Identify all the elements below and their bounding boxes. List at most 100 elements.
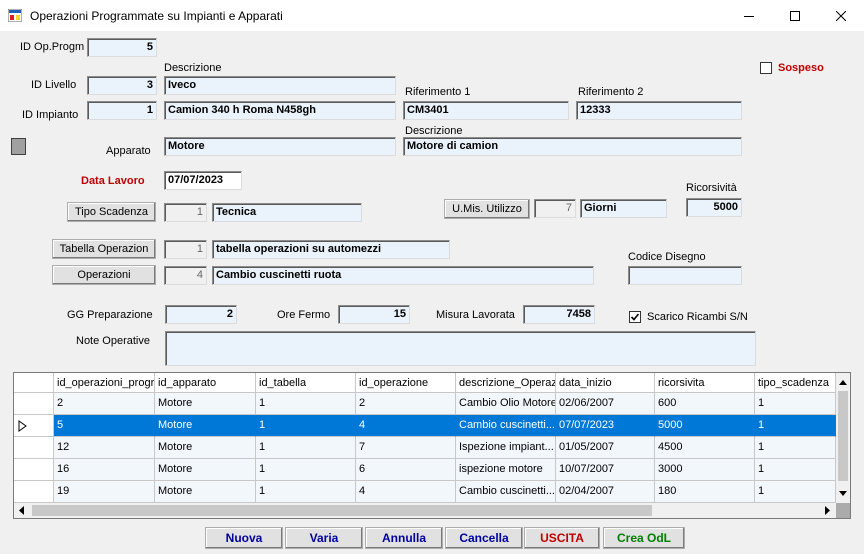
tabella-description-field[interactable]: tabella operazioni su automezzi <box>212 240 450 259</box>
row-header[interactable] <box>14 481 54 503</box>
grid-cell[interactable]: 180 <box>655 481 755 503</box>
livello-description-field[interactable]: Iveco <box>164 76 396 95</box>
grid-cell[interactable]: 02/04/2007 <box>556 481 655 503</box>
varia-button[interactable]: Varia <box>285 527 363 549</box>
grid-cell[interactable]: 1 <box>755 459 836 481</box>
grid-cell[interactable]: 1 <box>256 415 356 437</box>
tabella-operazion-button[interactable]: Tabella Operazion <box>52 239 156 259</box>
vertical-scroll-thumb[interactable] <box>838 391 848 481</box>
id-livello-field[interactable]: 3 <box>87 76 157 95</box>
column-header[interactable]: id_apparato <box>155 373 256 393</box>
grid-cell[interactable]: 7 <box>356 437 456 459</box>
column-header[interactable]: ricorsivita <box>655 373 755 393</box>
operations-grid[interactable]: id_operazioni_progr id_apparato id_tabel… <box>13 372 851 519</box>
annulla-button[interactable]: Annulla <box>365 527 443 549</box>
data-lavoro-field[interactable]: 07/07/2023 <box>164 171 242 190</box>
grid-cell[interactable]: 1 <box>256 459 356 481</box>
column-header[interactable]: id_operazione <box>356 373 456 393</box>
grid-cell[interactable]: 4500 <box>655 437 755 459</box>
grid-cell[interactable]: 1 <box>755 415 836 437</box>
codice-disegno-field[interactable] <box>628 266 742 285</box>
tipo-scadenza-button[interactable]: Tipo Scadenza <box>67 202 156 222</box>
row-header[interactable] <box>14 437 54 459</box>
grid-cell[interactable]: ispezione motore <box>456 459 556 481</box>
grid-cell[interactable]: 2 <box>356 393 456 415</box>
tipo-scadenza-id-field[interactable]: 1 <box>164 203 207 222</box>
table-row[interactable]: 2 Motore 1 2 Cambio Olio Motore 02/06/20… <box>14 393 836 415</box>
tipo-scadenza-description-field[interactable]: Tecnica <box>212 203 362 222</box>
scarico-ricambi-checkbox[interactable] <box>629 311 641 323</box>
uscita-button[interactable]: USCITA <box>524 527 600 549</box>
sospeso-checkbox[interactable] <box>760 62 772 74</box>
tabella-id-field[interactable]: 1 <box>164 240 207 259</box>
column-header[interactable]: id_operazioni_progr <box>54 373 155 393</box>
umis-id-field[interactable]: 7 <box>534 199 576 218</box>
row-header[interactable] <box>14 459 54 481</box>
riferimento2-field[interactable]: 12333 <box>576 101 742 120</box>
umis-description-field[interactable]: Giorni <box>580 199 667 218</box>
id-op-progm-field[interactable]: 5 <box>87 38 157 57</box>
grid-cell[interactable]: Ispezione impiant... <box>456 437 556 459</box>
row-header[interactable] <box>14 415 54 437</box>
table-row-selected[interactable]: 5 Motore 1 4 Cambio cuscinetti... 07/07/… <box>14 415 836 437</box>
table-row[interactable]: 12 Motore 1 7 Ispezione impiant... 01/05… <box>14 437 836 459</box>
misura-lavorata-field[interactable]: 7458 <box>523 305 595 324</box>
table-row[interactable]: 19 Motore 1 4 Cambio cuscinetti... 02/04… <box>14 481 836 503</box>
grid-cell[interactable]: 4 <box>356 415 456 437</box>
impianto-description-field[interactable]: Camion 340 h Roma N458gh <box>164 101 396 120</box>
grid-cell[interactable]: 16 <box>54 459 155 481</box>
scroll-left-icon[interactable] <box>15 503 29 518</box>
operazione-description-field[interactable]: Cambio cuscinetti ruota <box>212 266 594 285</box>
grid-cell[interactable]: 600 <box>655 393 755 415</box>
minimize-button[interactable] <box>726 0 772 31</box>
column-header[interactable]: data_inizio <box>556 373 655 393</box>
grid-cell[interactable]: Motore <box>155 393 256 415</box>
grid-cell[interactable]: Cambio Olio Motore <box>456 393 556 415</box>
close-button[interactable] <box>818 0 864 31</box>
grid-cell[interactable]: 02/06/2007 <box>556 393 655 415</box>
scroll-up-icon[interactable] <box>836 375 850 389</box>
grid-cell[interactable]: 1 <box>256 437 356 459</box>
nuova-button[interactable]: Nuova <box>205 527 283 549</box>
umis-utilizzo-button[interactable]: U.Mis. Utilizzo <box>444 199 530 219</box>
grid-cell[interactable]: 1 <box>256 393 356 415</box>
grid-cell[interactable]: Motore <box>155 415 256 437</box>
ricorsivita-field[interactable]: 5000 <box>686 198 742 217</box>
horizontal-scrollbar[interactable] <box>14 503 836 518</box>
grid-cell[interactable]: 5 <box>54 415 155 437</box>
row-header[interactable] <box>14 393 54 415</box>
grid-cell[interactable]: 1 <box>755 481 836 503</box>
horizontal-scroll-thumb[interactable] <box>32 505 652 516</box>
vertical-scrollbar[interactable] <box>836 373 850 503</box>
note-operative-field[interactable] <box>165 331 756 366</box>
maximize-button[interactable] <box>772 0 818 31</box>
grid-cell[interactable]: Cambio cuscinetti... <box>456 481 556 503</box>
grid-cell[interactable]: 1 <box>755 437 836 459</box>
grid-cell[interactable]: Motore <box>155 481 256 503</box>
grid-cell[interactable]: Cambio cuscinetti... <box>456 415 556 437</box>
grid-cell[interactable]: Motore <box>155 437 256 459</box>
ore-fermo-field[interactable]: 15 <box>338 305 410 324</box>
grid-cell[interactable]: 6 <box>356 459 456 481</box>
grid-cell[interactable]: 19 <box>54 481 155 503</box>
grid-cell[interactable]: 1 <box>755 393 836 415</box>
grid-cell[interactable]: 2 <box>54 393 155 415</box>
scroll-right-icon[interactable] <box>820 503 834 518</box>
id-impianto-field[interactable]: 1 <box>87 101 157 120</box>
grid-cell[interactable]: 1 <box>256 481 356 503</box>
table-row[interactable]: 16 Motore 1 6 ispezione motore 10/07/200… <box>14 459 836 481</box>
column-header[interactable]: descrizione_Operaz <box>456 373 556 393</box>
grid-cell[interactable]: 3000 <box>655 459 755 481</box>
scroll-down-icon[interactable] <box>836 487 850 501</box>
cancella-button[interactable]: Cancella <box>445 527 523 549</box>
grid-cell[interactable]: 10/07/2007 <box>556 459 655 481</box>
grid-cell[interactable]: 5000 <box>655 415 755 437</box>
operazione-id-field[interactable]: 4 <box>164 266 207 285</box>
crea-odl-button[interactable]: Crea OdL <box>603 527 685 549</box>
column-header[interactable]: id_tabella <box>256 373 356 393</box>
gg-preparazione-field[interactable]: 2 <box>165 305 237 324</box>
grid-cell[interactable]: 12 <box>54 437 155 459</box>
riferimento1-field[interactable]: CM3401 <box>403 101 569 120</box>
apparato-field[interactable]: Motore <box>164 137 396 156</box>
apparato-description-field[interactable]: Motore di camion <box>403 137 742 156</box>
